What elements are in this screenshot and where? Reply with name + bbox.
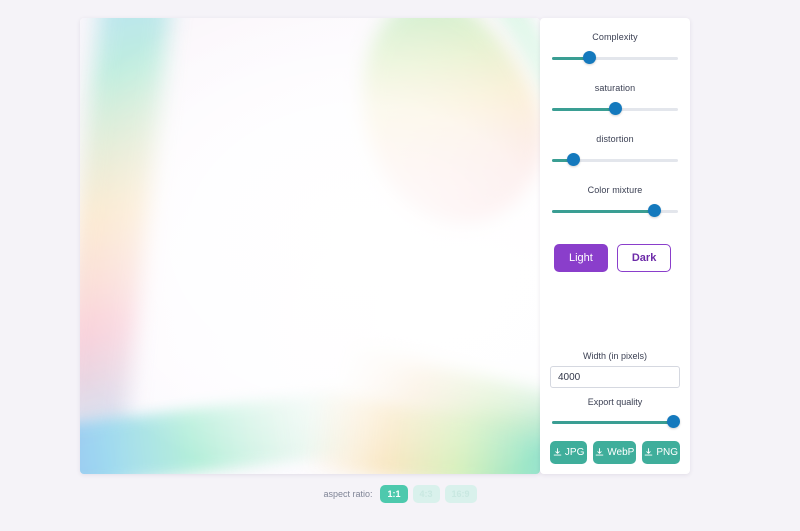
- control-saturation: saturation: [550, 83, 680, 116]
- slider-thumb[interactable]: [608, 102, 622, 115]
- export-png-label: PNG: [656, 447, 678, 458]
- export-jpg-label: JPG: [564, 447, 585, 458]
- theme-toggle-group: Light Dark: [554, 244, 680, 272]
- slider-thumb[interactable]: [582, 51, 596, 64]
- control-color-mixture: Color mixture: [550, 185, 680, 218]
- export-jpg-button[interactable]: JPG: [550, 441, 588, 464]
- art-center-highlight: [80, 18, 540, 474]
- distortion-slider[interactable]: [550, 153, 680, 167]
- export-webp-label: WebP: [607, 447, 635, 458]
- complexity-slider[interactable]: [550, 51, 680, 65]
- aspect-ratio-16-9[interactable]: 16:9: [444, 485, 477, 503]
- slider-thumb[interactable]: [667, 415, 680, 428]
- generated-gradient-art: [80, 18, 540, 474]
- slider-fill: [552, 108, 617, 111]
- color-mixture-slider[interactable]: [550, 204, 680, 218]
- aspect-ratio-bar: aspect ratio: 1:1 4:3 16:9: [0, 485, 800, 503]
- aspect-ratio-label: aspect ratio:: [323, 489, 373, 499]
- export-webp-button[interactable]: WebP: [593, 441, 637, 464]
- export-buttons-row: JPG WebP PNG: [550, 441, 680, 464]
- controls-panel: Complexity saturation distortion Color m…: [540, 18, 690, 474]
- export-png-button[interactable]: PNG: [642, 441, 680, 464]
- export-section: Width (in pixels) Export quality JPG: [550, 351, 680, 464]
- slider-fill: [552, 210, 656, 213]
- download-icon: [595, 448, 604, 456]
- slider-fill: [552, 421, 679, 424]
- aspect-ratio-1-1[interactable]: 1:1: [380, 485, 408, 503]
- control-distortion: distortion: [550, 134, 680, 167]
- export-quality-slider[interactable]: [550, 415, 680, 429]
- width-field-label: Width (in pixels): [582, 351, 647, 361]
- aspect-ratio-4-3[interactable]: 4:3: [412, 485, 440, 503]
- width-input[interactable]: [550, 366, 680, 388]
- download-icon: [553, 448, 562, 456]
- control-complexity: Complexity: [550, 32, 680, 65]
- slider-thumb[interactable]: [647, 204, 661, 217]
- color-mixture-label: Color mixture: [587, 185, 643, 195]
- export-quality-label: Export quality: [587, 397, 643, 407]
- light-theme-button[interactable]: Light: [554, 244, 608, 272]
- app-root: Complexity saturation distortion Color m…: [0, 0, 800, 531]
- gradient-artwork-preview[interactable]: [80, 18, 540, 474]
- slider-thumb[interactable]: [566, 153, 580, 166]
- distortion-label: distortion: [596, 134, 634, 144]
- complexity-label: Complexity: [592, 32, 638, 42]
- download-icon: [645, 448, 653, 456]
- saturation-slider[interactable]: [550, 102, 680, 116]
- saturation-label: saturation: [594, 83, 636, 93]
- dark-theme-button[interactable]: Dark: [616, 244, 672, 272]
